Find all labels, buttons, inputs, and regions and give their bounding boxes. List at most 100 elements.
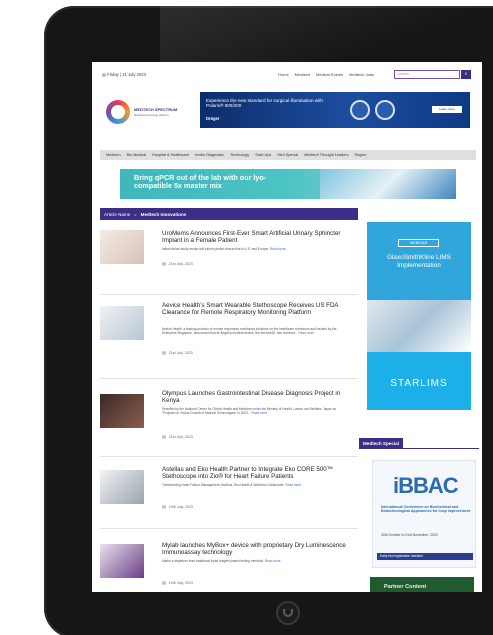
website-screen: ▤ Friday | 21 July 2023 Home Medtech Med… bbox=[92, 62, 482, 592]
calendar-icon: ▤ bbox=[162, 350, 166, 355]
article-item[interactable]: UroMems Announces First-Ever Smart Artif… bbox=[100, 230, 358, 290]
article-item[interactable]: Aevice Health’s Smart Wearable Stethosco… bbox=[100, 302, 358, 372]
top-bar: ▤ Friday | 21 July 2023 Home Medtech Med… bbox=[92, 62, 482, 80]
article-excerpt: Transforming Heart Failure Management: A… bbox=[162, 483, 348, 487]
nav-item-region[interactable]: Region bbox=[355, 153, 367, 157]
article-item[interactable]: Astellas and Eko Health Partner to Integ… bbox=[100, 466, 358, 522]
top-link-medtech[interactable]: Medtech bbox=[295, 72, 310, 77]
divider bbox=[100, 294, 358, 295]
date-text: Friday | 21 July 2023 bbox=[107, 72, 146, 77]
article-date: ▤ 21st July, 2023 bbox=[162, 261, 193, 266]
read-more-link[interactable]: Read more bbox=[265, 559, 281, 563]
event-logo: iBBAC bbox=[393, 473, 459, 498]
article-item[interactable]: Olympus Launches Gastrointestinal Diseas… bbox=[100, 390, 358, 450]
article-title[interactable]: Aevice Health’s Smart Wearable Stethosco… bbox=[162, 302, 354, 317]
excerpt-text: Selected by the National Center for Glob… bbox=[162, 407, 336, 415]
search-icon: ⌕ bbox=[464, 71, 468, 77]
search-button[interactable]: ⌕ bbox=[461, 70, 471, 79]
article-title[interactable]: UroMems Announces First-Ever Smart Artif… bbox=[162, 230, 354, 245]
event-deadline-bar: Early bird registration deadline bbox=[377, 553, 473, 560]
search-input[interactable]: search bbox=[394, 70, 460, 79]
breadcrumb: Article Name > Medtech Innovations bbox=[100, 208, 358, 220]
logo-name: MEDTECH SPECTRUM bbox=[134, 107, 178, 112]
read-more-link[interactable]: Read more bbox=[298, 331, 314, 335]
article-date: ▤ 21st July, 2023 bbox=[162, 434, 193, 439]
nav-item-med-special[interactable]: Med Special bbox=[277, 153, 298, 157]
webinar-ad[interactable]: WEBINAR GlaxoSmithKline LIMS Implementat… bbox=[367, 222, 471, 410]
article-title[interactable]: Olympus Launches Gastrointestinal Diseas… bbox=[162, 390, 354, 405]
nav-item-bio-medical[interactable]: Bio Medical bbox=[127, 153, 147, 157]
top-ad-brand: Dräger bbox=[206, 116, 220, 121]
article-excerpt: Initial clinical study results will info… bbox=[162, 247, 348, 251]
calendar-icon: ▤ bbox=[162, 434, 166, 439]
article-date: ▤ 19th July, 2023 bbox=[162, 580, 193, 585]
event-title: International Conference on Biochemical … bbox=[381, 505, 471, 514]
date-text: 21st July, 2023 bbox=[168, 262, 193, 266]
nav-item-startups[interactable]: Start-Ups bbox=[255, 153, 271, 157]
excerpt-text: Initial clinical study results will info… bbox=[162, 247, 270, 251]
article-thumbnail[interactable] bbox=[100, 306, 144, 340]
section-title: Medtech Special bbox=[359, 438, 403, 449]
mid-ad-banner[interactable]: Bring qPCR out of the lab with our lyo-c… bbox=[120, 169, 456, 199]
photo-frame: ▤ Friday | 21 July 2023 Home Medtech Med… bbox=[0, 0, 493, 635]
nav-item-invitro[interactable]: Invitro Diagnostic bbox=[195, 153, 224, 157]
nav-item-technology[interactable]: Technology bbox=[230, 153, 249, 157]
logo-mark-icon bbox=[106, 100, 130, 124]
webinar-brand: STARLIMS bbox=[390, 378, 448, 389]
webinar-tag: WEBINAR bbox=[398, 239, 439, 247]
breadcrumb-root[interactable]: Article Name bbox=[104, 212, 130, 217]
home-button bbox=[276, 601, 300, 625]
divider bbox=[100, 378, 358, 379]
main-nav: Medtech Bio Medical Hospital & Healthcar… bbox=[100, 150, 476, 160]
top-ad-banner[interactable]: Experience the new standard for surgical… bbox=[200, 92, 470, 128]
top-links: Home Medtech Medical Events Medtech Jobs bbox=[278, 72, 374, 77]
mid-ad-headline: Bring qPCR out of the lab with our lyo-c… bbox=[134, 173, 267, 191]
webinar-heading: GlaxoSmithKline LIMS Implementation bbox=[387, 254, 451, 269]
surgical-light-icon bbox=[375, 100, 395, 120]
nav-item-hospital[interactable]: Hospital & Healthcare bbox=[152, 153, 189, 157]
article-thumbnail[interactable] bbox=[100, 394, 144, 428]
article-thumbnail[interactable] bbox=[100, 230, 144, 264]
top-link-jobs[interactable]: Medtech Jobs bbox=[349, 72, 374, 77]
logo-tagline: Medical technology platform bbox=[134, 113, 169, 117]
date-label: ▤ Friday | 21 July 2023 bbox=[102, 72, 146, 77]
nav-item-thought-leaders[interactable]: Medtech Thought Leaders bbox=[304, 153, 348, 157]
medtech-special-heading: Medtech Special bbox=[359, 438, 479, 449]
top-link-home[interactable]: Home bbox=[278, 72, 289, 77]
article-title[interactable]: Astellas and Eko Health Partner to Integ… bbox=[162, 466, 354, 481]
event-ad[interactable]: iBBAC International Conference on Bioche… bbox=[372, 460, 476, 568]
calendar-icon: ▤ bbox=[162, 504, 166, 509]
calendar-icon: ▤ bbox=[162, 580, 166, 585]
calendar-icon: ▤ bbox=[102, 72, 106, 77]
nav-item-medtech[interactable]: Medtech bbox=[106, 153, 121, 157]
home-icon bbox=[283, 609, 293, 617]
top-ad-cta-button[interactable]: Learn more bbox=[432, 106, 462, 113]
read-more-link[interactable]: Read more bbox=[270, 247, 286, 251]
read-more-link[interactable]: Read more bbox=[285, 483, 301, 487]
top-ad-headline: Experience the new standard for surgical… bbox=[206, 98, 323, 109]
breadcrumb-separator: > bbox=[134, 211, 137, 217]
article-date: ▤ 21st July, 2023 bbox=[162, 350, 193, 355]
date-text: 19th July, 2023 bbox=[168, 505, 193, 509]
divider bbox=[100, 456, 358, 457]
article-excerpt: Selected by the National Center for Glob… bbox=[162, 407, 348, 415]
top-link-events[interactable]: Medical Events bbox=[316, 72, 343, 77]
article-excerpt: Aevice Health, a leading provider of rem… bbox=[162, 327, 348, 335]
article-title[interactable]: Mylab launches MyBox+ device with propri… bbox=[162, 542, 354, 557]
calendar-icon: ▤ bbox=[162, 261, 166, 266]
breadcrumb-current: Medtech Innovations bbox=[140, 211, 187, 217]
site-logo[interactable]: MEDTECH SPECTRUM Medical technology plat… bbox=[104, 94, 204, 132]
event-dates: 30th October to 01st November, 2023 bbox=[381, 533, 438, 537]
article-thumbnail[interactable] bbox=[100, 544, 144, 578]
read-more-link[interactable]: Read more bbox=[251, 411, 267, 415]
date-text: 19th July, 2023 bbox=[168, 581, 193, 585]
date-text: 21st July, 2023 bbox=[168, 351, 193, 355]
article-date: ▤ 19th July, 2023 bbox=[162, 504, 193, 509]
webinar-photo bbox=[367, 300, 471, 352]
partner-content-ad[interactable]: Partner Content bbox=[370, 577, 474, 592]
date-text: 21st July, 2023 bbox=[168, 435, 193, 439]
article-item[interactable]: Mylab launches MyBox+ device with propri… bbox=[100, 542, 358, 592]
surgical-light-icon bbox=[350, 100, 370, 120]
article-thumbnail[interactable] bbox=[100, 470, 144, 504]
divider bbox=[100, 528, 358, 529]
